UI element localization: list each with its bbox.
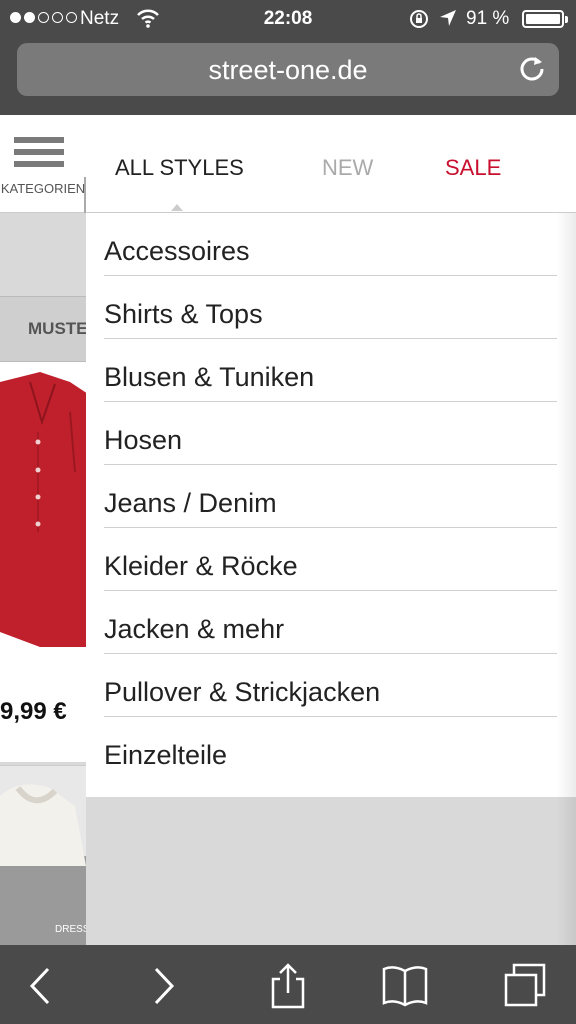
tab-sale[interactable]: SALE (445, 155, 501, 181)
share-icon[interactable] (265, 963, 311, 1009)
tab-new[interactable]: NEW (322, 155, 373, 181)
product-price: 9,99 € (0, 698, 67, 725)
menu-item-jacken-mehr[interactable]: Jacken & mehr (104, 591, 557, 654)
browser-chrome-top: Netz 22:08 91 % street-one.de (0, 0, 576, 115)
back-icon[interactable] (18, 963, 64, 1009)
page-background-band (0, 213, 86, 295)
site-header: KATEGORIEN ALL STYLES NEW SALE (0, 115, 576, 213)
browser-toolbar (0, 945, 576, 1024)
reload-icon[interactable] (517, 53, 547, 83)
menu-item-shirts-tops[interactable]: Shirts & Tops (104, 276, 557, 339)
menu-hamburger-icon[interactable] (14, 137, 64, 171)
menu-item-pullover-strickjacken[interactable]: Pullover & Strickjacken (104, 654, 557, 717)
active-tab-indicator (171, 204, 183, 211)
menu-item-einzelteile[interactable]: Einzelteile (104, 717, 557, 780)
menu-item-accessoires[interactable]: Accessoires (104, 213, 557, 276)
location-arrow-icon (440, 10, 456, 26)
tabs-icon[interactable] (502, 963, 548, 1009)
menu-item-jeans-denim[interactable]: Jeans / Denim (104, 465, 557, 528)
categories-label[interactable]: KATEGORIEN (0, 181, 86, 196)
red-blouse-image (0, 372, 86, 647)
category-dropdown-menu: Accessoires Shirts & Tops Blusen & Tunik… (86, 213, 576, 797)
battery-percent: 91 % (466, 8, 510, 29)
product-label: DRESS (55, 924, 90, 935)
menu-backdrop[interactable] (86, 797, 576, 945)
product-image-knit-sweater[interactable] (0, 765, 86, 945)
battery-icon (522, 10, 568, 28)
filter-row[interactable]: MUSTE (0, 296, 88, 362)
status-bar: Netz 22:08 91 % (0, 0, 576, 40)
menu-item-blusen-tuniken[interactable]: Blusen & Tuniken (104, 339, 557, 402)
menu-item-hosen[interactable]: Hosen (104, 402, 557, 465)
bookmarks-icon[interactable] (382, 963, 428, 1009)
tab-all-styles[interactable]: ALL STYLES (115, 155, 244, 181)
address-bar[interactable]: street-one.de (17, 43, 559, 96)
url-text[interactable]: street-one.de (17, 55, 559, 86)
menu-item-kleider-roecke[interactable]: Kleider & Röcke (104, 528, 557, 591)
forward-icon[interactable] (140, 963, 186, 1009)
rotation-lock-icon (410, 10, 428, 28)
filter-label[interactable]: MUSTE (28, 319, 88, 339)
divider (84, 177, 86, 213)
knit-sweater-image (0, 784, 86, 945)
